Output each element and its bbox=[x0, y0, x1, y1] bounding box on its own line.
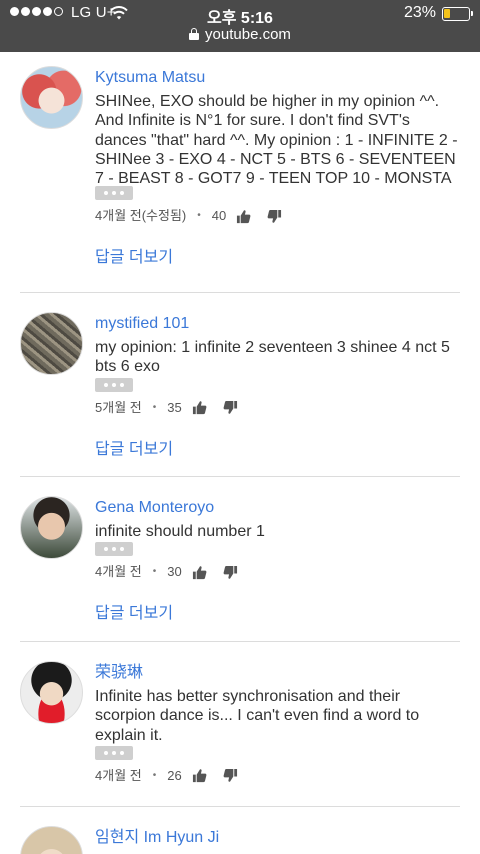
comment-author[interactable]: 임현지 Im Hyun Ji bbox=[95, 828, 460, 848]
thumbs-up-icon[interactable] bbox=[192, 768, 207, 783]
comment-time: 5개월 전 bbox=[95, 399, 142, 415]
status-bar: LG U+ 오후 5:16 23% youtube.com bbox=[0, 0, 480, 52]
more-dots-icon[interactable] bbox=[95, 542, 133, 557]
divider bbox=[20, 292, 460, 293]
avatar[interactable] bbox=[20, 66, 83, 129]
more-dots-icon[interactable] bbox=[95, 745, 133, 760]
comment-author[interactable]: Gena Monteroyo bbox=[95, 498, 460, 518]
lock-icon bbox=[189, 28, 200, 40]
view-replies-link[interactable]: 답글 더보기 bbox=[95, 604, 460, 624]
battery-icon bbox=[442, 7, 473, 21]
separator-dot: • bbox=[197, 210, 201, 221]
more-dots-icon[interactable] bbox=[95, 186, 133, 200]
thumbs-up-icon[interactable] bbox=[192, 400, 207, 415]
address-bar[interactable]: youtube.com bbox=[0, 26, 480, 43]
comment-time: 4개월 전 bbox=[95, 564, 142, 580]
thumbs-down-icon[interactable] bbox=[223, 400, 238, 415]
comment-text: infinite should number 1 bbox=[95, 523, 265, 540]
like-count: 26 bbox=[167, 767, 182, 783]
thumbs-up-icon[interactable] bbox=[192, 565, 207, 580]
like-count: 40 bbox=[211, 208, 227, 223]
comment-author[interactable]: 荣骁琳 bbox=[95, 663, 460, 683]
avatar[interactable] bbox=[20, 496, 83, 559]
avatar[interactable] bbox=[20, 312, 83, 375]
thumbs-down-icon[interactable] bbox=[267, 209, 282, 224]
avatar[interactable] bbox=[20, 826, 83, 854]
more-dots-icon[interactable] bbox=[95, 377, 133, 392]
comment-text: my opinion: 1 infinite 2 seventeen 3 shi… bbox=[95, 339, 450, 376]
separator-dot: • bbox=[152, 566, 157, 578]
divider bbox=[20, 806, 460, 807]
separator-dot: • bbox=[152, 769, 157, 781]
thumbs-down-icon[interactable] bbox=[223, 768, 238, 783]
comment-author[interactable]: Kytsuma Matsu bbox=[95, 68, 460, 88]
thumbs-down-icon[interactable] bbox=[223, 565, 238, 580]
comment-text: SHINee, EXO should be higher in my opini… bbox=[95, 93, 458, 185]
comment-time: 4개월 전 bbox=[95, 767, 142, 783]
view-replies-link[interactable]: 답글 더보기 bbox=[95, 440, 460, 460]
avatar[interactable] bbox=[20, 661, 83, 724]
separator-dot: • bbox=[152, 401, 157, 413]
divider bbox=[20, 641, 460, 642]
battery-percent: 23% bbox=[403, 4, 436, 21]
thumbs-up-icon[interactable] bbox=[236, 209, 251, 224]
view-replies-link[interactable]: 답글 더보기 bbox=[95, 248, 460, 268]
comment-time: 4개월 전(수정됨) bbox=[95, 208, 187, 223]
divider bbox=[20, 476, 460, 477]
like-count: 30 bbox=[167, 564, 182, 580]
comment-author[interactable]: mystified 101 bbox=[95, 314, 460, 334]
url-text: youtube.com bbox=[205, 26, 291, 43]
comment-text: Infinite has better synchronisation and … bbox=[95, 688, 420, 744]
like-count: 35 bbox=[167, 399, 182, 415]
